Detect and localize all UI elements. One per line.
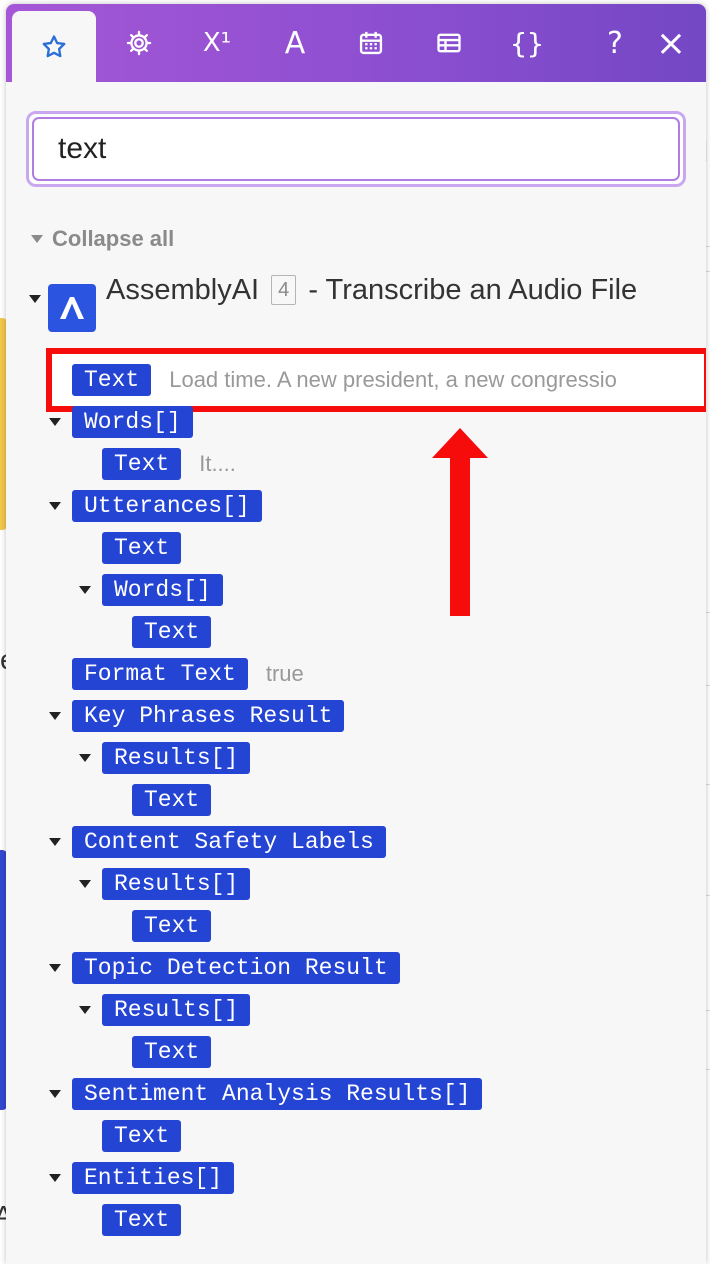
star-icon [42, 34, 66, 57]
tree-item: Text [108, 910, 212, 942]
close-icon: × [655, 22, 687, 64]
search-input[interactable] [32, 117, 680, 181]
braces-icon: {} [510, 26, 544, 60]
tree-item: Format Text true [48, 658, 304, 690]
tree-item: Results[] [78, 868, 251, 900]
help-icon: ? [607, 25, 623, 61]
field-pill-entities[interactable]: Entities[] [72, 1162, 235, 1194]
field-pill-results[interactable]: Results[] [102, 742, 251, 774]
tab-settings[interactable] [100, 4, 178, 82]
tree-item: Entities[] [48, 1162, 235, 1194]
field-pill-words[interactable]: Words[] [102, 574, 223, 606]
module-title: AssemblyAI 4 - Transcribe an Audio File [106, 272, 666, 308]
module-name: AssemblyAI [106, 274, 260, 306]
close-button[interactable]: × [638, 4, 704, 82]
superscript-icon: X¹ [202, 28, 232, 58]
caret-down-icon[interactable] [48, 961, 62, 975]
collapse-all-label: Collapse all [52, 226, 175, 251]
tree-item: Words[] [78, 574, 223, 606]
tree-item: Text [108, 616, 212, 648]
tab-favorites[interactable] [12, 11, 96, 82]
caret-down-icon[interactable] [48, 709, 62, 723]
tree-item: Results[] [78, 994, 251, 1026]
tree-item: Topic Detection Result [48, 952, 400, 984]
collapse-all-button[interactable]: Collapse all [30, 226, 174, 252]
field-pill-text[interactable]: Text [102, 1204, 182, 1236]
field-pill-text[interactable]: Text [132, 910, 212, 942]
caret-down-icon[interactable] [78, 583, 92, 597]
tree-item: Words[] [48, 406, 193, 438]
tree-item: Utterances[] [48, 490, 262, 522]
module-header: AssemblyAI 4 - Transcribe an Audio File [28, 272, 666, 332]
tree-item: Text It.... [78, 448, 236, 480]
tree-item: Text [108, 784, 212, 816]
field-pill-text[interactable]: Text [102, 532, 182, 564]
caret-down-icon[interactable] [28, 292, 42, 306]
caret-down-icon[interactable] [48, 1087, 62, 1101]
caret-down-icon[interactable] [48, 499, 62, 513]
field-pill-results[interactable]: Results[] [102, 994, 251, 1026]
panel-tabbar: X¹ A {} ? × [6, 4, 706, 82]
tab-text[interactable]: A [256, 4, 334, 82]
red-arrow-annotation [432, 428, 488, 616]
tree-item: Text [78, 1120, 182, 1152]
caret-down-icon[interactable] [78, 877, 92, 891]
field-pill-topic-detection[interactable]: Topic Detection Result [72, 952, 400, 984]
gear-icon [126, 30, 152, 56]
module-id-badge: 4 [271, 275, 297, 305]
caret-down-icon[interactable] [78, 751, 92, 765]
caret-down-icon [31, 235, 43, 243]
field-pill-text[interactable]: Text [102, 448, 182, 480]
caret-down-icon[interactable] [78, 1003, 92, 1017]
calendar-icon [359, 31, 383, 55]
tree-item: Sentiment Analysis Results[] [48, 1078, 483, 1110]
field-value: Load time. A new president, a new congre… [169, 367, 617, 392]
field-value: It.... [199, 451, 236, 476]
tree-item: Content Safety Labels [48, 826, 386, 858]
tab-array[interactable] [410, 4, 488, 82]
tab-functions[interactable]: {} [488, 4, 566, 82]
field-pill-results[interactable]: Results[] [102, 868, 251, 900]
caret-down-icon[interactable] [48, 835, 62, 849]
tab-date[interactable] [332, 4, 410, 82]
assemblyai-logo-icon [48, 284, 96, 332]
module-title-rest: - Transcribe an Audio File [308, 274, 638, 306]
tree-item: Results[] [78, 742, 251, 774]
tree-item: Text [78, 1204, 182, 1236]
field-pill-format-text[interactable]: Format Text [72, 658, 248, 690]
field-pill-text[interactable]: Text [132, 616, 212, 648]
search-field-wrapper [26, 111, 686, 187]
caret-down-icon[interactable] [48, 1171, 62, 1185]
field-pill-utterances[interactable]: Utterances[] [72, 490, 262, 522]
field-pill-text[interactable]: Text [72, 364, 152, 396]
field-pill-text[interactable]: Text [132, 784, 212, 816]
field-pill-words[interactable]: Words[] [72, 406, 193, 438]
tree-item: Text Load time. A new president, a new c… [48, 364, 695, 396]
mapping-panel: X¹ A {} ? × Collapse all Asse [6, 4, 706, 1264]
field-value: true [265, 661, 304, 686]
tree-item: Text [108, 1036, 212, 1068]
field-pill-text[interactable]: Text [132, 1036, 212, 1068]
caret-down-icon[interactable] [48, 415, 62, 429]
field-pill-content-safety[interactable]: Content Safety Labels [72, 826, 386, 858]
tree-item: Key Phrases Result [48, 700, 345, 732]
tree-item: Text [78, 532, 182, 564]
text-icon: A [284, 25, 306, 61]
field-pill-text[interactable]: Text [102, 1120, 182, 1152]
field-pill-sentiment[interactable]: Sentiment Analysis Results[] [72, 1078, 483, 1110]
table-icon [437, 33, 461, 53]
field-pill-key-phrases[interactable]: Key Phrases Result [72, 700, 345, 732]
tab-math[interactable]: X¹ [178, 4, 256, 82]
